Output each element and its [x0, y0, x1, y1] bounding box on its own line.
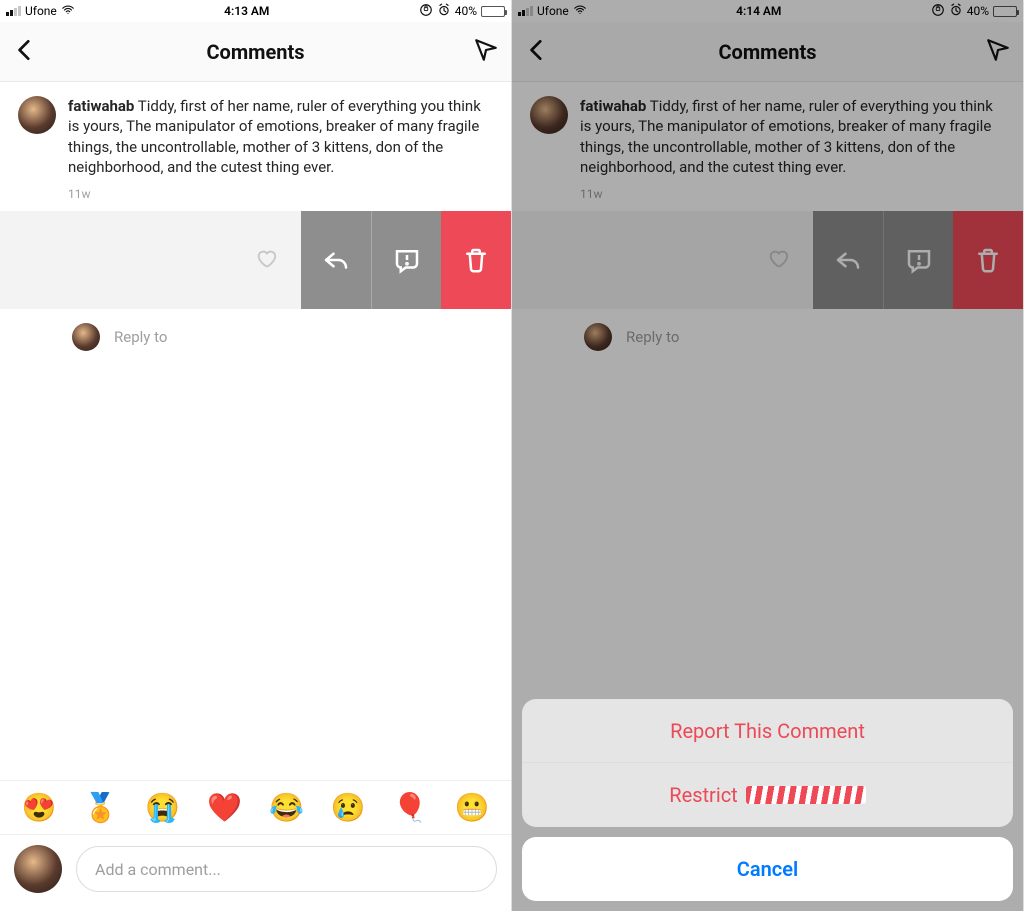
page-title: Comments	[206, 40, 304, 64]
delete-action-button[interactable]	[953, 211, 1023, 309]
orientation-lock-icon	[419, 3, 433, 20]
sheet-restrict-button[interactable]: Restrict	[522, 763, 1013, 827]
share-button[interactable]	[473, 37, 499, 67]
emoji-grimace[interactable]: 😬	[455, 791, 490, 824]
page-title: Comments	[718, 40, 816, 64]
heart-icon[interactable]	[767, 247, 789, 273]
back-button[interactable]	[524, 37, 550, 67]
emoji-joy[interactable]: 😂	[269, 791, 304, 824]
battery-icon	[993, 6, 1017, 17]
redacted-username	[746, 786, 866, 804]
action-sheet: Report This Comment Restrict Cancel	[522, 699, 1013, 901]
battery-icon	[481, 6, 505, 17]
emoji-red-heart[interactable]: ❤️	[207, 791, 242, 824]
reply-row: Reply to	[512, 309, 1023, 365]
caption-text: fatiwahab Tiddy, first of her name, rule…	[580, 96, 1005, 177]
reply-to-label: Reply to	[626, 328, 679, 346]
swiped-comment-actions	[0, 211, 511, 309]
post-caption: fatiwahab Tiddy, first of her name, rule…	[0, 82, 511, 211]
orientation-lock-icon	[931, 3, 945, 20]
sheet-cancel-label: Cancel	[737, 857, 798, 881]
emoji-heart-eyes[interactable]: 😍	[22, 791, 57, 824]
report-action-button[interactable]	[371, 211, 441, 309]
wifi-icon	[61, 3, 75, 20]
screenshot-left: Ufone 4:13 AM 40% Comments	[0, 0, 512, 911]
comment-input[interactable]: Add a comment...	[76, 846, 497, 892]
sheet-cancel-button[interactable]: Cancel	[522, 837, 1013, 901]
emoji-cry[interactable]: 😭	[145, 791, 180, 824]
caption-age: 11w	[580, 187, 1005, 201]
sheet-restrict-label: Restrict	[669, 783, 737, 807]
avatar[interactable]	[18, 96, 56, 134]
reply-row: Reply to	[0, 309, 511, 365]
carrier-name: Ufone	[537, 4, 569, 18]
share-button[interactable]	[985, 37, 1011, 67]
status-bar: Ufone 4:13 AM 40%	[0, 0, 511, 22]
delete-action-button[interactable]	[441, 211, 511, 309]
avatar[interactable]	[530, 96, 568, 134]
nav-header: Comments	[512, 22, 1023, 82]
nav-header: Comments	[0, 22, 511, 82]
caption-text: fatiwahab Tiddy, first of her name, rule…	[68, 96, 493, 177]
signal-bars-icon	[6, 6, 21, 16]
report-action-button[interactable]	[883, 211, 953, 309]
reply-action-button[interactable]	[813, 211, 883, 309]
avatar[interactable]	[584, 323, 612, 351]
screenshot-right: Ufone 4:14 AM 40% Comments	[512, 0, 1024, 911]
heart-icon[interactable]	[255, 247, 277, 273]
battery-percentage: 40%	[967, 4, 989, 18]
post-caption: fatiwahab Tiddy, first of her name, rule…	[512, 82, 1023, 211]
alarm-icon	[437, 3, 451, 20]
emoji-quick-row: 😍 🏅 😭 ❤️ 😂 😢 🎈 😬	[0, 780, 511, 834]
emoji-balloon[interactable]: 🎈	[393, 791, 428, 824]
signal-bars-icon	[518, 6, 533, 16]
emoji-medal[interactable]: 🏅	[83, 791, 118, 824]
status-time: 4:13 AM	[224, 4, 269, 18]
caption-username[interactable]: fatiwahab	[580, 97, 646, 115]
reply-to-label: Reply to	[114, 328, 167, 346]
wifi-icon	[573, 3, 587, 20]
sheet-report-button[interactable]: Report This Comment	[522, 699, 1013, 763]
battery-percentage: 40%	[455, 4, 477, 18]
swiped-comment-actions	[512, 211, 1023, 309]
comment-placeholder: Add a comment...	[95, 860, 221, 879]
sheet-report-label: Report This Comment	[670, 719, 865, 743]
emoji-tear[interactable]: 😢	[331, 791, 366, 824]
caption-username[interactable]: fatiwahab	[68, 97, 134, 115]
reply-action-button[interactable]	[301, 211, 371, 309]
back-button[interactable]	[12, 37, 38, 67]
carrier-name: Ufone	[25, 4, 57, 18]
alarm-icon	[949, 3, 963, 20]
avatar[interactable]	[72, 323, 100, 351]
caption-age: 11w	[68, 187, 493, 201]
status-bar: Ufone 4:14 AM 40%	[512, 0, 1023, 22]
status-time: 4:14 AM	[736, 4, 781, 18]
avatar[interactable]	[14, 845, 62, 893]
compose-bar: Add a comment...	[0, 834, 511, 911]
